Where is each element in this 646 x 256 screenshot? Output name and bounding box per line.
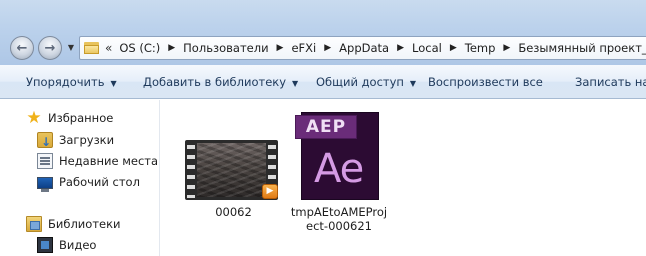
share-label: Общий доступ xyxy=(316,75,404,89)
back-button[interactable]: ← xyxy=(10,36,34,60)
nav-video-label: Видео xyxy=(59,238,97,252)
libraries-icon xyxy=(26,216,42,232)
nav-libraries[interactable]: Библиотеки xyxy=(26,213,121,235)
chevron-down-icon: ▼ xyxy=(292,79,299,88)
burn-button[interactable]: Записать на д xyxy=(573,65,646,99)
breadcrumb-separator-icon[interactable]: ▶ xyxy=(162,43,181,53)
burn-label: Записать на д xyxy=(575,75,646,89)
nav-desktop[interactable]: Рабочий стол xyxy=(37,171,140,193)
play-all-label: Воспроизвести все xyxy=(428,75,543,89)
breadcrumb-local[interactable]: Local xyxy=(410,41,444,55)
add-to-library-label: Добавить в библиотеку xyxy=(143,75,287,89)
breadcrumb-separator-icon[interactable]: ▶ xyxy=(391,43,410,53)
organize-menu[interactable]: Упорядочить ▼ xyxy=(24,65,119,99)
window-header: ← → ▼ « OS (C:) ▶ Пользователи ▶ eFXi ▶ … xyxy=(0,0,646,65)
nav-downloads[interactable]: Загрузки xyxy=(37,129,115,153)
breadcrumb-efxi[interactable]: eFXi xyxy=(289,41,318,55)
breadcrumb-temp[interactable]: Temp xyxy=(463,41,498,55)
ae-logo: Ae xyxy=(314,146,364,192)
breadcrumb-separator-icon[interactable]: ▶ xyxy=(271,43,290,53)
after-effects-file-icon: AEP Ae xyxy=(295,112,383,200)
organize-label: Упорядочить xyxy=(26,75,105,89)
chevron-down-icon: ▼ xyxy=(110,79,117,88)
recent-pages-dropdown[interactable]: ▼ xyxy=(66,43,76,53)
breadcrumb-overflow[interactable]: « xyxy=(105,41,112,55)
nav-downloads-label: Загрузки xyxy=(59,133,115,147)
address-bar[interactable]: « OS (C:) ▶ Пользователи ▶ eFXi ▶ AppDat… xyxy=(79,36,646,60)
back-arrow-icon: ← xyxy=(16,40,28,56)
video-library-icon xyxy=(37,237,53,253)
nav-libraries-label: Библиотеки xyxy=(48,217,121,231)
breadcrumb-appdata[interactable]: AppData xyxy=(337,41,391,55)
aep-extension-badge: AEP xyxy=(295,115,357,139)
downloads-folder-icon xyxy=(37,131,53,153)
star-icon: ★ xyxy=(26,108,42,128)
add-to-library-menu[interactable]: Добавить в библиотеку ▼ xyxy=(141,65,300,99)
breadcrumb-users[interactable]: Пользователи xyxy=(181,41,270,55)
share-menu[interactable]: Общий доступ ▼ xyxy=(314,65,418,99)
file-name-line-1: tmpAEtoAMEProj xyxy=(290,205,388,219)
breadcrumb-separator-icon[interactable]: ▶ xyxy=(318,43,337,53)
recent-places-icon xyxy=(37,153,53,169)
forward-arrow-icon: → xyxy=(44,40,56,56)
nav-desktop-label: Рабочий стол xyxy=(59,175,140,189)
command-toolbar: Упорядочить ▼ Добавить в библиотеку ▼ Общи… xyxy=(0,65,646,99)
play-all-button[interactable]: Воспроизвести все xyxy=(426,65,545,99)
breadcrumb-separator-icon[interactable]: ▶ xyxy=(444,43,463,53)
file-name-line-2: ect-000621 xyxy=(306,219,372,233)
chevron-down-icon: ▼ xyxy=(409,79,417,88)
nav-recent-places[interactable]: Недавние места xyxy=(37,150,158,172)
nav-favorites-label: Избранное xyxy=(48,111,114,125)
navigation-pane: ★ Избранное Загрузки Недавние места Рабо… xyxy=(0,100,160,256)
nav-video[interactable]: Видео xyxy=(37,234,96,256)
nav-recent-label: Недавние места xyxy=(59,154,159,168)
breadcrumb-os-c[interactable]: OS (C:) xyxy=(117,41,162,55)
breadcrumb-project-folder[interactable]: Безымянный проект_AME xyxy=(516,41,646,55)
folder-icon xyxy=(84,42,99,54)
breadcrumb-separator-icon[interactable]: ▶ xyxy=(497,43,516,53)
desktop-icon xyxy=(37,177,53,192)
file-item-aep[interactable]: AEP Ae tmpAEtoAMEProj ect-000621 xyxy=(161,100,461,240)
nav-favorites[interactable]: ★ Избранное xyxy=(26,107,113,129)
file-list: ▶ 00062 AEP Ae tmpAEtoAMEProj ect-000621 xyxy=(161,100,646,256)
forward-button[interactable]: → xyxy=(38,36,62,60)
